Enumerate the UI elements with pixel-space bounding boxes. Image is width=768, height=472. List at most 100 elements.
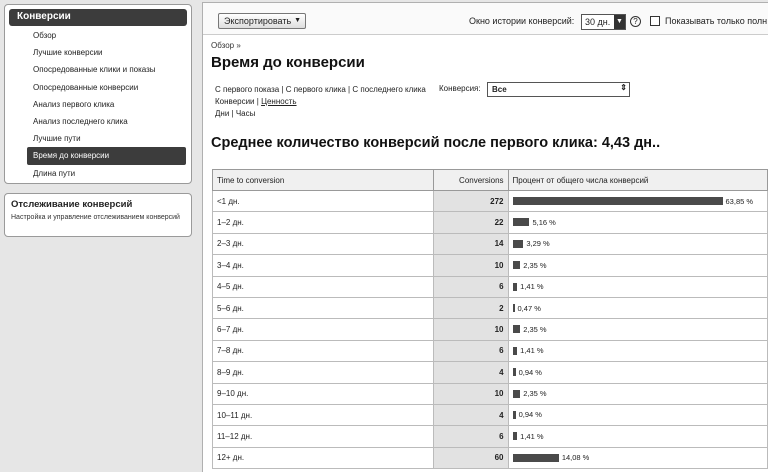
row-conversions: 4 [432, 361, 509, 384]
sidebar-item[interactable]: Длина пути [5, 165, 191, 182]
row-time-label: 6–7 дн. [212, 318, 434, 341]
percent-bar [512, 218, 530, 227]
column-header-percent: Процент от общего числа конверсий [507, 169, 768, 191]
row-conversions: 6 [432, 275, 509, 298]
table-body: <1 дн. 272 63,85 % 1–2 дн. 22 5,16 % 2–3 дн. 14… [212, 189, 768, 470]
row-time-label: 7–8 дн. [212, 339, 434, 363]
row-time-label: 1–2 дн. [212, 211, 434, 234]
chevron-down-icon: ▼ [614, 15, 625, 29]
row-percent-cell: 1,41 % [507, 275, 768, 298]
table-row: 7–8 дн. 6 1,41 % [212, 339, 768, 363]
chevron-down-icon: ▼ [294, 17, 301, 24]
table-row: 8–9 дн. 4 0,94 % [212, 361, 768, 384]
column-header-time[interactable]: Time to conversion [212, 169, 434, 191]
filter-last-click[interactable]: С последнего клика [352, 85, 426, 94]
sidebar-item[interactable]: Время до конверсии [27, 147, 186, 165]
sidebar-item[interactable]: Опосредованные клики и показы [5, 61, 191, 78]
metric-conversions[interactable]: Конверсии [215, 97, 255, 106]
filter-first-click[interactable]: С первого клика [286, 85, 346, 94]
row-conversions: 60 [432, 446, 509, 470]
percent-bar [512, 453, 559, 462]
conversion-value: Все [492, 85, 507, 94]
sidebar-item[interactable]: Лучшие конверсии [5, 44, 191, 61]
row-conversions: 2 [432, 296, 509, 320]
percent-bar [512, 282, 518, 291]
percent-label: 3,29 % [526, 239, 550, 249]
toolbar: Экспортировать ▼ Окно истории конверсий:… [203, 3, 768, 35]
row-time-label: <1 дн. [212, 189, 434, 213]
row-conversions: 4 [432, 403, 509, 427]
table-row: 12+ дн. 60 14,08 % [212, 446, 768, 470]
show-full-label: Показывать только полн [665, 16, 768, 26]
percent-bar [512, 325, 521, 334]
row-time-label: 8–9 дн. [212, 361, 434, 384]
average-summary: Среднее количество конверсий после перво… [211, 135, 661, 151]
page-title: Время до конверсии [211, 54, 365, 71]
percent-label: 0,94 % [518, 367, 542, 377]
percent-label: 0,47 % [517, 303, 541, 313]
row-time-label: 9–10 дн. [212, 382, 434, 405]
row-percent-cell: 0,47 % [507, 296, 768, 320]
row-conversions: 6 [432, 425, 509, 448]
sidebar-item[interactable]: Лучшие пути [5, 130, 191, 147]
percent-label: 1,41 % [520, 431, 544, 441]
table-row: 5–6 дн. 2 0,47 % [212, 296, 768, 320]
percent-bar [512, 197, 723, 206]
percent-bar [512, 410, 516, 419]
unit-hours[interactable]: Часы [236, 109, 256, 118]
column-header-conversions[interactable]: Conversions [432, 169, 509, 191]
breadcrumb[interactable]: Обзор » [211, 41, 241, 50]
percent-bar [512, 432, 518, 441]
table-row: 9–10 дн. 10 2,35 % [212, 382, 768, 405]
conversion-select[interactable]: Все ⇕ [487, 82, 630, 97]
main-panel: Экспортировать ▼ Окно истории конверсий:… [202, 2, 768, 472]
table-row: 6–7 дн. 10 2,35 % [212, 318, 768, 341]
row-percent-cell: 1,41 % [507, 425, 768, 448]
unit-days[interactable]: Дни [215, 109, 229, 118]
row-percent-cell: 0,94 % [507, 403, 768, 427]
row-time-label: 11–12 дн. [212, 425, 434, 448]
filter-first-impression[interactable]: С первого показа [215, 85, 279, 94]
conversion-label: Конверсия: [439, 84, 481, 93]
percent-bar [512, 346, 518, 355]
row-conversions: 272 [432, 189, 509, 213]
row-conversions: 10 [432, 382, 509, 405]
percent-bar [512, 239, 524, 248]
percent-label: 63,85 % [725, 196, 754, 206]
row-percent-cell: 5,16 % [507, 211, 768, 234]
row-time-label: 5–6 дн. [212, 296, 434, 320]
export-button[interactable]: Экспортировать ▼ [218, 13, 306, 29]
export-label: Экспортировать [224, 16, 292, 26]
row-conversions: 6 [432, 339, 509, 363]
sidebar-item[interactable]: Обзор [5, 27, 191, 44]
row-time-label: 12+ дн. [212, 446, 434, 470]
row-percent-cell: 3,29 % [507, 232, 768, 256]
table-row: <1 дн. 272 63,85 % [212, 189, 768, 213]
help-icon[interactable]: ? [630, 16, 641, 27]
sidebar-item[interactable]: Опосредованные конверсии [5, 79, 191, 96]
row-percent-cell: 14,08 % [507, 446, 768, 470]
percent-bar [512, 389, 521, 398]
percent-label: 14,08 % [561, 453, 590, 463]
row-time-label: 10–11 дн. [212, 403, 434, 427]
sidebar-item[interactable]: Анализ первого клика [5, 96, 191, 113]
row-conversions: 22 [432, 211, 509, 234]
row-time-label: 3–4 дн. [212, 254, 434, 277]
tracking-title[interactable]: Отслеживание конверсий [11, 199, 185, 210]
sidebar-item[interactable]: Анализ последнего клика [5, 113, 191, 130]
nav-header[interactable]: Конверсии [9, 9, 187, 26]
filters: С первого показа | С первого клика | С п… [215, 85, 426, 118]
conversions-nav-panel: Конверсии Обзор Лучшие конверсии Опосредов… [4, 4, 192, 184]
row-percent-cell: 2,35 % [507, 318, 768, 341]
percent-label: 1,41 % [520, 346, 544, 356]
percent-label: 2,35 % [523, 389, 547, 399]
history-window-select[interactable]: 30 дн. ▼ [581, 14, 626, 30]
row-time-label: 4–5 дн. [212, 275, 434, 298]
table-header-row: Time to conversion Conversions Процент о… [212, 169, 768, 191]
tracking-panel: Отслеживание конверсий Настройка и управ… [4, 193, 192, 237]
show-full-checkbox[interactable] [650, 16, 660, 26]
nav-list: Обзор Лучшие конверсии Опосредованные клик… [5, 27, 191, 182]
percent-bar [512, 304, 515, 313]
metric-value[interactable]: Ценность [261, 97, 296, 106]
percent-bar [512, 368, 516, 377]
